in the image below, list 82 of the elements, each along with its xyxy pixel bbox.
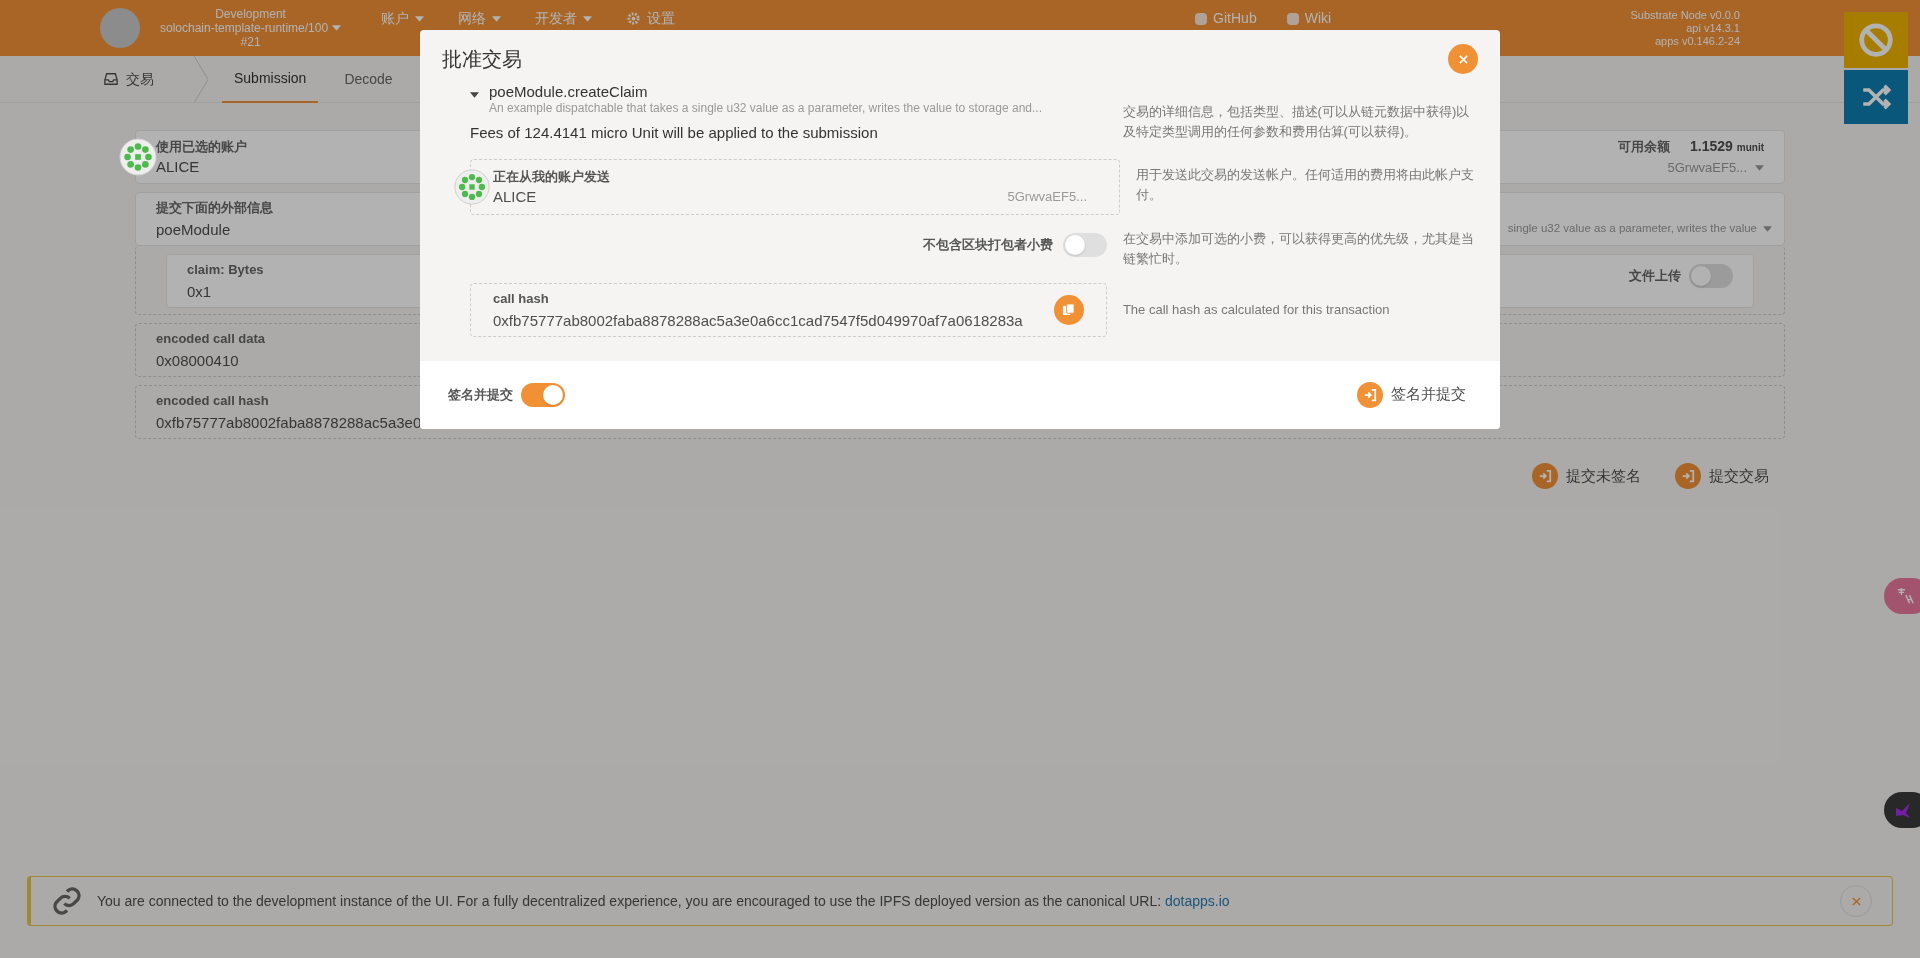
- field-label: 可用余额: [1617, 138, 1670, 156]
- close-icon: [1851, 896, 1861, 906]
- submit-button[interactable]: 提交未签名: [1532, 463, 1641, 489]
- caret-icon: [415, 15, 425, 22]
- chain-logo-icon: [100, 8, 140, 48]
- shuffle-button[interactable]: [1844, 70, 1908, 124]
- field-label: 正在从我的账户发送: [493, 167, 610, 186]
- caret-icon: [332, 25, 342, 31]
- copy-icon: [1062, 303, 1076, 316]
- block-icon: [1857, 21, 1895, 59]
- dotapps-link[interactable]: dotapps.io: [1165, 892, 1230, 909]
- translate-icon: [1896, 587, 1914, 605]
- address-text: 5GrwvaEF5...: [1007, 187, 1087, 206]
- sender-field[interactable]: 正在从我的账户发送 ALICE 5GrwvaEF5...: [470, 158, 1120, 215]
- sign-submit-button[interactable]: 签名并提交: [1357, 381, 1466, 408]
- sign-toggle[interactable]: [521, 382, 565, 407]
- chain-name: Development: [215, 7, 286, 21]
- bird-button[interactable]: [1884, 792, 1920, 828]
- section-title: 交易: [104, 68, 154, 90]
- help-text: 在交易中添加可选的小费，可以获得更高的优先级，尤其是当链繁忙时。: [1122, 229, 1475, 268]
- caret-icon: [1755, 165, 1764, 171]
- caret-icon: [1763, 226, 1772, 232]
- sign-in-icon: [1675, 463, 1701, 489]
- menu-item[interactable]: 网络: [458, 8, 502, 29]
- address-text: 5GrwvaEF5...: [1667, 159, 1747, 177]
- nav-tab[interactable]: Decode: [332, 55, 405, 103]
- link-icon: [51, 885, 83, 917]
- field-value: 0xfb75777ab8002faba8878288ac5a3e0a6cc1cad7547f5d049970af7a0618283a: [493, 310, 1023, 331]
- block-button[interactable]: [1844, 12, 1908, 68]
- nav-tab[interactable]: Submission: [222, 55, 319, 103]
- version-text: Substrate Node v0.0.0: [1630, 8, 1740, 22]
- call-description: An example dispatchable that takes a single u32 value as a parameter, writes the value to storage and...: [489, 100, 1042, 116]
- banner-text: You are connected to the development instance of the UI. For a fully decentralized experience, you are encouraged to use the IPFS deployed version as the canonical URL: dotapps.io: [97, 891, 1230, 911]
- block-number: #21: [240, 35, 261, 49]
- upload-toggle[interactable]: [1689, 264, 1733, 288]
- version-text: api v14.3.1: [1686, 21, 1740, 35]
- field-value: 0xfb75777ab8002faba8878288ac5a3e0: [156, 413, 422, 433]
- field-value: poeModule: [156, 220, 232, 240]
- field-label: 使用已选的账户: [156, 138, 247, 156]
- chevron-icon: [194, 55, 208, 103]
- caret-icon: [492, 15, 502, 22]
- toggle-label: 文件上传: [1629, 267, 1681, 286]
- gear-icon: [626, 11, 642, 26]
- identicon-icon: [454, 168, 490, 205]
- menu-item[interactable]: 开发者: [535, 8, 593, 29]
- external-link[interactable]: GitHub: [1195, 8, 1257, 29]
- toggle-label: 签名并提交: [448, 385, 513, 404]
- tip-toggle[interactable]: [1062, 232, 1107, 257]
- sign-in-icon: [1357, 381, 1383, 408]
- balance-value: 1.1529: [1689, 137, 1733, 156]
- caret-icon: [583, 15, 593, 22]
- field-value: ALICE: [156, 157, 200, 177]
- help-text: The call hash as calculated for this transaction: [1122, 300, 1391, 319]
- version-text: apps v0.146.2-24: [1655, 34, 1740, 48]
- field-value: 0x1: [187, 282, 213, 302]
- copy-button[interactable]: [1053, 294, 1084, 325]
- submit-button[interactable]: 提交交易: [1675, 463, 1769, 489]
- field-value: 0x08000410: [156, 351, 239, 371]
- fees-text: Fees of 124.4141 micro Unit will be applied to the submission: [470, 123, 879, 143]
- description-text: single u32 value as a parameter, writes the value: [1507, 221, 1757, 237]
- inbox-icon: [104, 72, 118, 86]
- toggle-label: 不包含区块打包者小费: [922, 235, 1053, 254]
- field-value: ALICE: [493, 186, 537, 207]
- help-text: 用于发送此交易的发送帐户。任何适用的费用将由此帐户支付。: [1136, 165, 1475, 204]
- sign-in-icon: [1532, 463, 1558, 489]
- field-label: claim: Bytes: [187, 261, 264, 279]
- unit-text: munit: [1736, 141, 1764, 155]
- field-label: call hash: [493, 289, 550, 308]
- menu-item[interactable]: 账户: [381, 8, 425, 29]
- modal-title: 批准交易: [442, 47, 522, 72]
- menu-item[interactable]: 设置: [626, 8, 676, 29]
- close-icon: [1458, 54, 1468, 64]
- call-name[interactable]: poeModule.createClaim: [489, 84, 1042, 100]
- close-button[interactable]: [1448, 44, 1478, 74]
- field-label: encoded call data: [156, 330, 266, 348]
- runtime-name: solochain-template-runtime/100: [160, 21, 329, 35]
- help-text: 交易的详细信息，包括类型、描述(可以从链元数据中获得)以及特定类型调用的任何参数和费用估算(可以获得)。: [1122, 103, 1471, 141]
- field-label: encoded call hash: [156, 392, 269, 410]
- translate-button[interactable]: [1884, 578, 1920, 614]
- external-link[interactable]: Wiki: [1286, 8, 1332, 29]
- field-label: 提交下面的外部信息: [156, 199, 273, 217]
- caret-icon: [470, 92, 479, 98]
